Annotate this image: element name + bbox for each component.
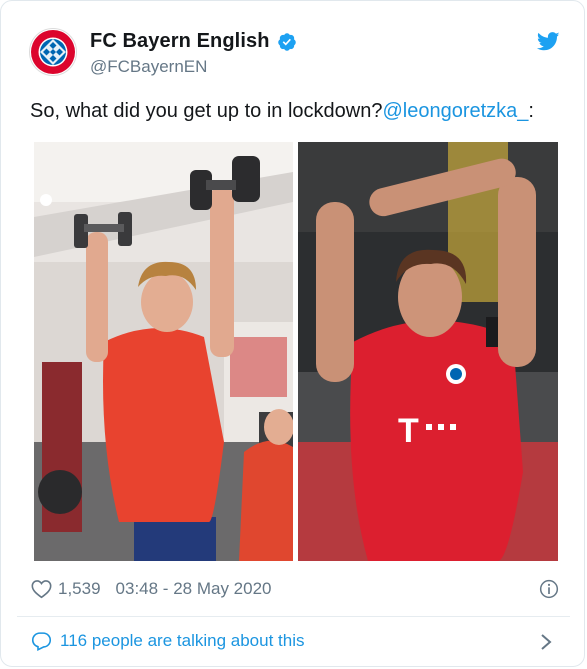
verified-badge-icon xyxy=(277,32,296,51)
tweet-media[interactable]: T xyxy=(34,142,558,561)
chevron-right-icon[interactable] xyxy=(540,633,552,651)
photo-stadium-stretch[interactable]: T xyxy=(298,142,558,561)
photo-gym-dumbbell-press[interactable] xyxy=(34,142,293,561)
tweet-card[interactable]: FC Bayern English @FCBayernEN So, what d… xyxy=(0,0,585,667)
display-name[interactable]: FC Bayern English xyxy=(90,30,270,53)
like-count[interactable]: 1,539 xyxy=(58,579,101,599)
divider xyxy=(17,616,570,617)
timestamp[interactable]: 03:48 - 28 May 2020 xyxy=(116,579,272,599)
tweet-body: So, what did you get up to in lockdown? xyxy=(30,100,383,122)
avatar[interactable] xyxy=(29,28,77,76)
svg-text:T: T xyxy=(398,412,419,450)
author-handle[interactable]: @FCBayernEN xyxy=(90,57,207,77)
heart-icon[interactable] xyxy=(31,579,52,599)
conversation-count[interactable]: 116 people are talking about this xyxy=(60,631,304,651)
tweet-text-suffix: : xyxy=(528,100,534,122)
mention-link[interactable]: @leongoretzka_ xyxy=(382,100,528,122)
tweet-text: So, what did you get up to in lockdown?@… xyxy=(30,100,534,123)
author-name-row[interactable]: FC Bayern English xyxy=(90,30,297,53)
info-icon[interactable] xyxy=(539,579,559,599)
twitter-bird-icon[interactable] xyxy=(537,32,560,51)
tweet-meta: 1,539 03:48 - 28 May 2020 xyxy=(31,579,272,599)
speech-bubble-icon xyxy=(31,632,52,651)
conversation-link[interactable]: 116 people are talking about this xyxy=(31,631,304,651)
